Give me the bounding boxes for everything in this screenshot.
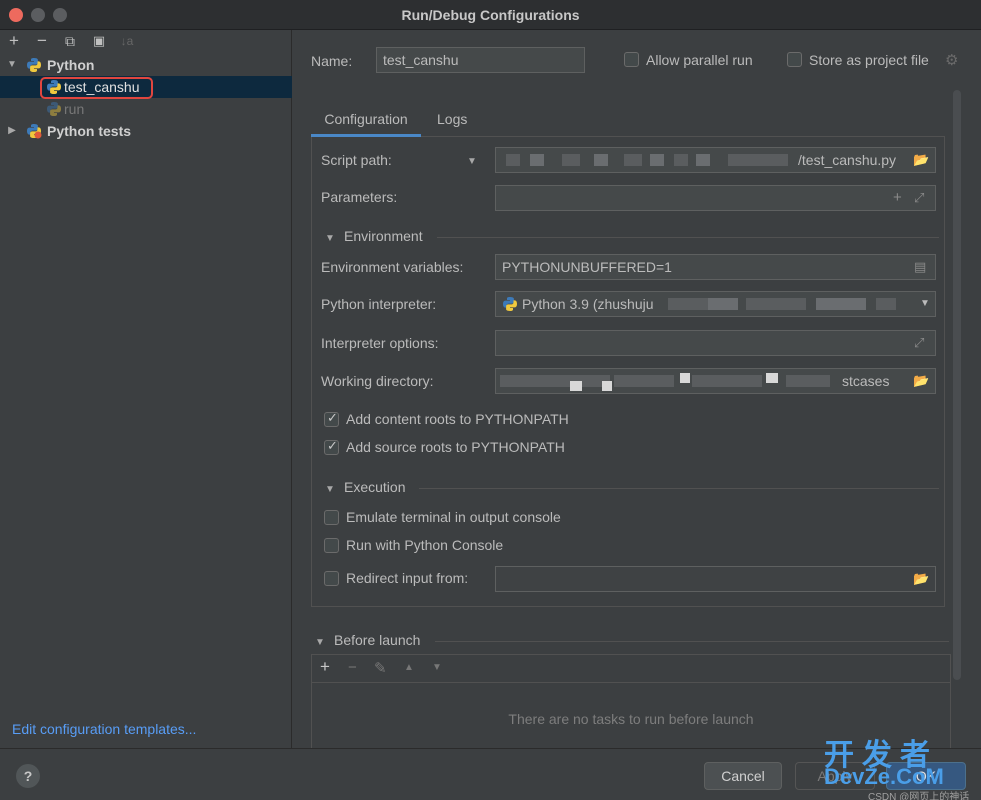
python-icon — [47, 102, 61, 116]
chevron-down-icon[interactable]: ▼ — [325, 484, 335, 495]
expand-icon[interactable]: ⤢ — [914, 331, 924, 355]
interpreter-select[interactable]: Python 3.9 (zhushuju ▼ — [495, 291, 936, 317]
tree-item-test-canshu[interactable]: test_canshu — [0, 76, 292, 99]
title-bar: Run/Debug Configurations — [0, 0, 981, 30]
emulate-terminal-checkbox[interactable] — [324, 510, 339, 525]
expand-icon[interactable]: ⤢ — [914, 186, 924, 210]
folder-icon[interactable]: 📂 — [913, 369, 929, 393]
highlight-box — [40, 77, 153, 99]
working-dir-value: stcases — [842, 373, 890, 389]
folder-icon[interactable]: 📂 — [913, 148, 929, 172]
emulate-terminal-label: Emulate terminal in output console — [346, 509, 561, 525]
tree-label-python-tests: Python tests — [47, 123, 132, 139]
copy-config-button[interactable]: ⧉ — [60, 31, 80, 51]
config-detail-panel: Name: test_canshu Allow parallel run Sto… — [293, 30, 981, 748]
store-project-label: Store as project file — [809, 52, 929, 68]
add-content-roots-label: Add content roots to PYTHONPATH — [346, 411, 569, 427]
config-tabs: Configuration Logs — [311, 105, 945, 137]
plus-icon[interactable]: + — [893, 186, 902, 210]
chevron-down-icon[interactable]: ▼ — [325, 233, 335, 244]
parameters-input[interactable]: + ⤢ — [495, 185, 936, 211]
run-python-console-label: Run with Python Console — [346, 537, 504, 553]
watermark: 开发者 DevZe.CoM CSDN @网页上的神话 — [820, 730, 980, 800]
chevron-down-icon[interactable]: ▼ — [315, 637, 325, 648]
execution-section-title: Execution — [344, 479, 406, 495]
interpreter-options-input[interactable]: ⤢ — [495, 330, 936, 356]
redirect-input-field[interactable]: 📂 — [495, 566, 936, 592]
remove-config-button[interactable]: − — [32, 31, 52, 51]
scrollbar[interactable] — [953, 90, 961, 680]
environment-section-title: Environment — [344, 228, 423, 244]
section-divider — [419, 488, 939, 489]
window-title: Run/Debug Configurations — [401, 7, 580, 23]
add-task-button[interactable]: + — [320, 657, 330, 677]
tree-item-run[interactable]: run — [0, 98, 292, 120]
name-input[interactable]: test_canshu — [376, 47, 585, 73]
interpreter-label: Python interpreter: — [321, 296, 437, 312]
document-icon[interactable]: ▤ — [914, 255, 926, 279]
config-tree-panel: + − ⧉ ▣ ↓a ▼ Python test_canshu run ▶ Py… — [0, 30, 292, 748]
parameters-label: Parameters: — [321, 189, 398, 205]
tab-logs[interactable]: Logs — [437, 105, 467, 137]
name-label: Name: — [311, 53, 353, 69]
working-dir-input[interactable]: stcases 📂 — [495, 368, 936, 394]
python-icon — [503, 297, 517, 311]
tree-group-python-tests[interactable]: ▶ Python tests — [0, 120, 292, 142]
edit-templates-link[interactable]: Edit configuration templates... — [12, 721, 196, 737]
add-config-button[interactable]: + — [4, 31, 24, 51]
checkmark-icon: ✓ — [327, 410, 338, 425]
interpreter-options-label: Interpreter options: — [321, 335, 439, 351]
checkmark-icon: ✓ — [327, 438, 338, 453]
add-source-roots-label: Add source roots to PYTHONPATH — [346, 439, 565, 455]
sort-button[interactable]: ↓a — [117, 31, 137, 51]
help-button[interactable]: ? — [16, 764, 40, 788]
add-source-roots-checkbox[interactable]: ✓ — [324, 438, 339, 455]
edit-icon[interactable]: ✎ — [374, 659, 387, 677]
allow-parallel-label: Allow parallel run — [646, 52, 753, 68]
allow-parallel-checkbox[interactable] — [624, 52, 639, 67]
env-vars-label: Environment variables: — [321, 259, 464, 275]
script-path-label: Script path: — [321, 152, 392, 168]
section-divider — [437, 237, 939, 238]
chevron-down-icon[interactable]: ▼ — [6, 54, 18, 76]
redirect-input-label: Redirect input from: — [346, 570, 469, 586]
script-type-dropdown-icon[interactable]: ▼ — [467, 156, 477, 167]
move-down-icon[interactable]: ▼ — [432, 662, 442, 673]
redirect-input-checkbox[interactable] — [324, 571, 339, 586]
tree-group-python[interactable]: ▼ Python — [0, 54, 292, 76]
tree-label-python: Python — [47, 57, 95, 73]
tree-label-run: run — [64, 101, 85, 117]
tab-configuration[interactable]: Configuration — [311, 105, 421, 137]
interpreter-value: Python 3.9 (zhushuju — [522, 296, 654, 312]
new-folder-button[interactable]: ▣ — [89, 31, 109, 51]
add-content-roots-checkbox[interactable]: ✓ — [324, 410, 339, 427]
before-launch-title: Before launch — [334, 632, 421, 648]
run-python-console-checkbox[interactable] — [324, 538, 339, 553]
before-launch-toolbar: + − ✎ ▲ ▼ — [312, 655, 950, 683]
empty-tasks-message: There are no tasks to run before launch — [508, 711, 754, 727]
store-project-checkbox[interactable] — [787, 52, 802, 67]
cancel-button[interactable]: Cancel — [704, 762, 782, 790]
python-tests-icon — [27, 124, 42, 139]
chevron-down-icon[interactable]: ▼ — [920, 292, 930, 316]
move-up-icon[interactable]: ▲ — [404, 662, 414, 673]
env-vars-input[interactable]: PYTHONUNBUFFERED=1 ▤ — [495, 254, 936, 280]
tree-toolbar: + − ⧉ ▣ ↓a — [0, 30, 292, 54]
env-vars-value: PYTHONUNBUFFERED=1 — [502, 259, 672, 275]
watermark-credit: CSDN @网页上的神话 — [868, 792, 970, 800]
folder-icon[interactable]: 📂 — [913, 567, 929, 591]
python-icon — [27, 58, 41, 72]
section-divider — [435, 641, 949, 642]
script-path-input[interactable]: /test_canshu.py 📂 — [495, 147, 936, 173]
chevron-right-icon[interactable]: ▶ — [6, 120, 18, 142]
working-dir-label: Working directory: — [321, 373, 434, 389]
script-path-value: /test_canshu.py — [798, 152, 897, 168]
watermark-site: DevZe.CoM — [824, 764, 944, 789]
remove-task-button[interactable]: − — [348, 659, 357, 676]
gear-icon[interactable]: ⚙ — [945, 51, 958, 69]
